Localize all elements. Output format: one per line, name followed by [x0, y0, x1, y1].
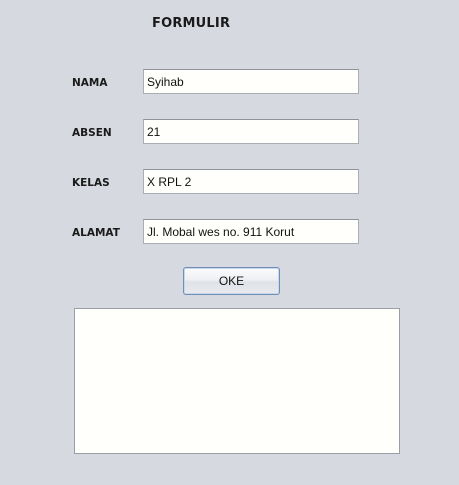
- kelas-label: KELAS: [72, 177, 110, 189]
- kelas-field[interactable]: [143, 169, 359, 194]
- absen-label: ABSEN: [72, 127, 112, 139]
- nama-field[interactable]: [143, 69, 359, 94]
- oke-button[interactable]: OKE: [183, 267, 280, 295]
- nama-label: NAMA: [72, 77, 108, 89]
- output-textarea[interactable]: [74, 308, 400, 454]
- alamat-field[interactable]: [143, 219, 359, 244]
- alamat-label: ALAMAT: [72, 227, 120, 239]
- absen-field[interactable]: [143, 119, 359, 144]
- form-title: FORMULIR: [152, 16, 231, 31]
